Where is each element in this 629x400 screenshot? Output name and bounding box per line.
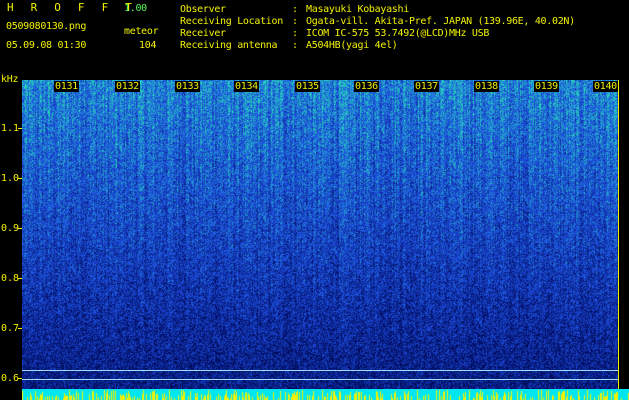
file-name: 0509080130.png: [6, 21, 87, 32]
hrofft-window: H R O F F T 1.00 0509080130.png meteor 0…: [0, 0, 629, 400]
y-axis-unit: kHz: [1, 74, 19, 85]
x-tick-label: 0134: [234, 81, 259, 92]
info-key: Receiving Location: [180, 16, 283, 27]
y-tick-mark: [18, 228, 22, 229]
info-key: Observer: [180, 4, 226, 15]
info-key: Receiving antenna: [180, 40, 278, 51]
y-tick-mark: [18, 378, 22, 379]
info-value: A504HB(yagi 4el): [306, 40, 398, 51]
info-separator: :: [292, 40, 298, 51]
app-name: H R O F F T: [7, 1, 138, 14]
y-tick-mark: [18, 328, 22, 329]
info-observer: Observer: Masayuki Kobayashi: [180, 4, 409, 15]
y-tick-mark: [18, 278, 22, 279]
info-separator: :: [292, 4, 298, 15]
info-receiving-location: Receiving Location: Ogata-vill. Akita-Pre…: [180, 16, 575, 27]
y-tick-label: 0.9: [1, 223, 20, 234]
right-axis-line: [618, 80, 619, 390]
info-value: Ogata-vill. Akita-Pref. JAPAN (139.96E, …: [306, 16, 575, 27]
info-receiving-antenna: Receiving antenna: A504HB(yagi 4el): [180, 40, 398, 51]
info-separator: :: [292, 16, 298, 27]
meteor-count: 104: [139, 40, 157, 51]
info-value: Masayuki Kobayashi: [306, 4, 409, 15]
info-value: ICOM IC-575 53.7492(@LCD)MHz USB: [306, 28, 490, 39]
observation-datetime: 05.09.08 01:30: [6, 40, 87, 51]
x-tick-label: 0132: [115, 81, 140, 92]
y-tick-label: 0.8: [1, 273, 20, 284]
info-separator: :: [292, 28, 298, 39]
x-tick-label: 0140: [593, 81, 618, 92]
x-tick-label: 0133: [175, 81, 200, 92]
spectrogram: [22, 80, 618, 389]
x-tick-label: 0135: [295, 81, 320, 92]
y-tick-label: 1.1: [1, 123, 20, 134]
reference-line-upper: [22, 370, 618, 371]
reference-line-lower: [22, 379, 618, 380]
y-tick-label: 0.6: [1, 373, 20, 384]
x-tick-label: 0136: [354, 81, 379, 92]
signal-level-bar: [22, 389, 629, 400]
x-tick-label: 0139: [534, 81, 559, 92]
y-tick-mark: [18, 128, 22, 129]
app-version: 1.00: [124, 3, 147, 14]
info-key: Receiver: [180, 28, 226, 39]
info-receiver: Receiver: ICOM IC-575 53.7492(@LCD)MHz US…: [180, 28, 489, 39]
x-tick-label: 0131: [54, 81, 79, 92]
y-tick-label: 1.0: [1, 173, 20, 184]
x-tick-label: 0138: [474, 81, 499, 92]
x-tick-label: 0137: [414, 81, 439, 92]
y-tick-mark: [18, 178, 22, 179]
y-tick-label: 0.7: [1, 323, 20, 334]
meteor-label: meteor: [124, 26, 159, 37]
